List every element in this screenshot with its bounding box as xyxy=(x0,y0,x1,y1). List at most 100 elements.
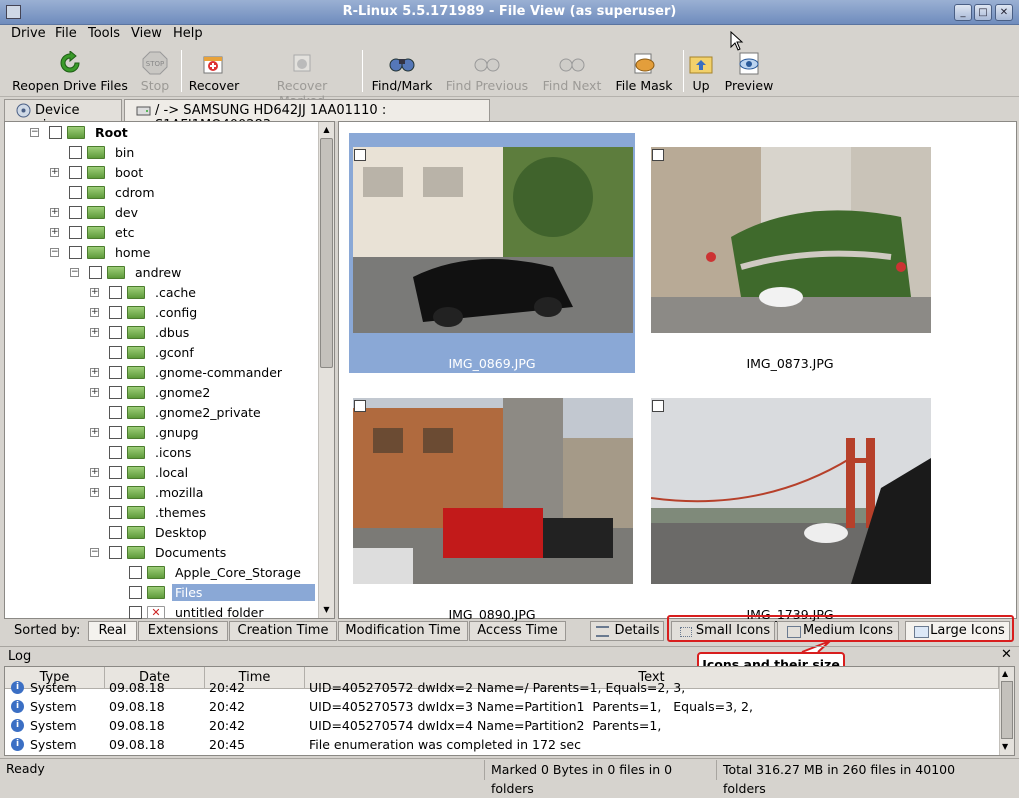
tree-checkbox[interactable] xyxy=(109,546,122,559)
log-scroll-thumb[interactable] xyxy=(1001,681,1013,739)
recover-marked-button[interactable]: Recover Marked xyxy=(252,47,352,108)
tree-checkbox[interactable] xyxy=(109,506,122,519)
sort-modification-time-button[interactable]: Modification Time xyxy=(338,621,468,641)
file-checkbox[interactable] xyxy=(652,400,664,412)
collapse-icon[interactable]: − xyxy=(70,268,79,277)
expand-icon[interactable]: + xyxy=(90,428,99,437)
tree-node[interactable]: + .mozilla xyxy=(5,483,315,503)
menu-tools[interactable]: Tools xyxy=(88,26,120,41)
tree-checkbox[interactable] xyxy=(109,286,122,299)
tree-node[interactable]: Desktop xyxy=(5,523,315,543)
tree-node[interactable]: + dev xyxy=(5,203,315,223)
tree-node[interactable]: − andrew xyxy=(5,263,315,283)
scroll-up-icon[interactable]: ▲ xyxy=(1002,669,1008,678)
maximize-button[interactable]: □ xyxy=(974,4,992,21)
collapse-icon[interactable]: − xyxy=(30,128,39,137)
tree-node[interactable]: − Root xyxy=(5,123,315,143)
scroll-down-icon[interactable]: ▼ xyxy=(1002,742,1008,751)
expand-icon[interactable]: + xyxy=(90,308,99,317)
file-thumbnail[interactable]: IMG_1739.JPG xyxy=(647,384,933,624)
tree-checkbox[interactable] xyxy=(129,606,142,619)
tree-node[interactable]: bin xyxy=(5,143,315,163)
tree-node[interactable]: + .cache xyxy=(5,283,315,303)
sort-extensions-button[interactable]: Extensions xyxy=(138,621,228,641)
sort-access-time-button[interactable]: Access Time xyxy=(469,621,566,641)
expand-icon[interactable]: + xyxy=(90,468,99,477)
tab-file-view[interactable]: / -> SAMSUNG HD642JJ 1AA01110 : S1AFJ1MQ… xyxy=(124,99,490,133)
title-bar[interactable]: R-Linux 5.5.171989 - File View (as super… xyxy=(0,0,1019,25)
up-button[interactable]: Up xyxy=(688,47,714,95)
tree-checkbox[interactable] xyxy=(109,526,122,539)
log-table[interactable]: Type Date Time Text i System 09.08.18 20:42… xyxy=(4,666,1015,756)
menu-view[interactable]: View xyxy=(131,26,162,41)
expand-icon[interactable]: + xyxy=(50,208,59,217)
tree-node[interactable]: + .gnome-commander xyxy=(5,363,315,383)
log-row[interactable]: i System 09.08.18 20:42 UID=405270573 dwIdx=… xyxy=(5,697,999,716)
recover-button[interactable]: Recover xyxy=(188,47,240,95)
tree-checkbox[interactable] xyxy=(129,566,142,579)
tree-checkbox[interactable] xyxy=(49,126,62,139)
file-thumbnail[interactable]: IMG_0869.JPG xyxy=(349,133,635,373)
tab-device-view[interactable]: Device view xyxy=(4,99,122,133)
scroll-down-icon[interactable]: ▼ xyxy=(321,604,332,615)
tree-checkbox[interactable] xyxy=(109,366,122,379)
log-close-icon[interactable]: ✕ xyxy=(1001,647,1012,662)
tree-checkbox[interactable] xyxy=(109,346,122,359)
menu-help[interactable]: Help xyxy=(173,26,203,41)
expand-icon[interactable]: + xyxy=(90,488,99,497)
file-thumbnail[interactable]: IMG_0890.JPG xyxy=(349,384,635,624)
expand-icon[interactable]: + xyxy=(90,388,99,397)
file-checkbox[interactable] xyxy=(652,149,664,161)
scroll-up-icon[interactable]: ▲ xyxy=(321,124,332,135)
tree-checkbox[interactable] xyxy=(69,166,82,179)
tree-checkbox[interactable] xyxy=(109,386,122,399)
tree-node[interactable]: − Documents xyxy=(5,543,315,563)
collapse-icon[interactable]: − xyxy=(50,248,59,257)
tree-checkbox[interactable] xyxy=(69,246,82,259)
find-mark-button[interactable]: Find/Mark xyxy=(370,47,434,95)
tree-node[interactable]: .themes xyxy=(5,503,315,523)
tree-checkbox[interactable] xyxy=(69,186,82,199)
expand-icon[interactable]: + xyxy=(50,228,59,237)
file-thumbnail-view[interactable]: IMG_0869.JPG IMG_0873.JPG IMG_0890.JPG I… xyxy=(338,121,1017,622)
tree-node[interactable]: + .gnupg xyxy=(5,423,315,443)
tree-checkbox[interactable] xyxy=(109,466,122,479)
preview-button[interactable]: Preview xyxy=(722,47,776,95)
log-row[interactable]: i System 09.08.18 20:42 UID=405270572 dwIdx=… xyxy=(5,678,999,697)
tree-node[interactable]: cdrom xyxy=(5,183,315,203)
tree-node[interactable]: + .dbus xyxy=(5,323,315,343)
details-view-button[interactable]: Details xyxy=(590,621,664,641)
tree-node[interactable]: + boot xyxy=(5,163,315,183)
expand-icon[interactable]: + xyxy=(90,288,99,297)
expand-icon[interactable]: + xyxy=(90,328,99,337)
tree-scroll-thumb[interactable] xyxy=(320,138,333,368)
tree-node[interactable]: Apple_Core_Storage xyxy=(5,563,315,583)
tree-node[interactable]: + etc xyxy=(5,223,315,243)
tree-node[interactable]: + .config xyxy=(5,303,315,323)
menu-file[interactable]: File xyxy=(55,26,77,41)
tree-checkbox[interactable] xyxy=(109,306,122,319)
tree-checkbox[interactable] xyxy=(69,146,82,159)
tree-checkbox[interactable] xyxy=(109,426,122,439)
collapse-icon[interactable]: − xyxy=(90,548,99,557)
stop-button[interactable]: STOP Stop xyxy=(136,47,174,95)
tree-node[interactable]: .icons xyxy=(5,443,315,463)
tree-node[interactable]: − home xyxy=(5,243,315,263)
tree-checkbox[interactable] xyxy=(69,226,82,239)
minimize-button[interactable]: _ xyxy=(954,4,972,21)
tree-node[interactable]: .gnome2_private xyxy=(5,403,315,423)
tree-node[interactable]: .gconf xyxy=(5,343,315,363)
tree-scrollbar[interactable]: ▲ ▼ xyxy=(318,122,334,618)
file-checkbox[interactable] xyxy=(354,149,366,161)
sort-creation-time-button[interactable]: Creation Time xyxy=(229,621,337,641)
menu-drive[interactable]: Drive xyxy=(11,26,46,41)
file-checkbox[interactable] xyxy=(354,400,366,412)
file-mask-button[interactable]: File Mask xyxy=(612,47,676,95)
log-row[interactable]: i System 09.08.18 20:42 UID=405270574 dwIdx=… xyxy=(5,716,999,735)
expand-icon[interactable]: + xyxy=(90,368,99,377)
tree-checkbox[interactable] xyxy=(89,266,102,279)
reopen-drive-files-button[interactable]: Reopen Drive Files xyxy=(8,47,132,95)
expand-icon[interactable]: + xyxy=(50,168,59,177)
find-next-button[interactable]: Find Next xyxy=(540,47,604,95)
tree-checkbox[interactable] xyxy=(109,446,122,459)
